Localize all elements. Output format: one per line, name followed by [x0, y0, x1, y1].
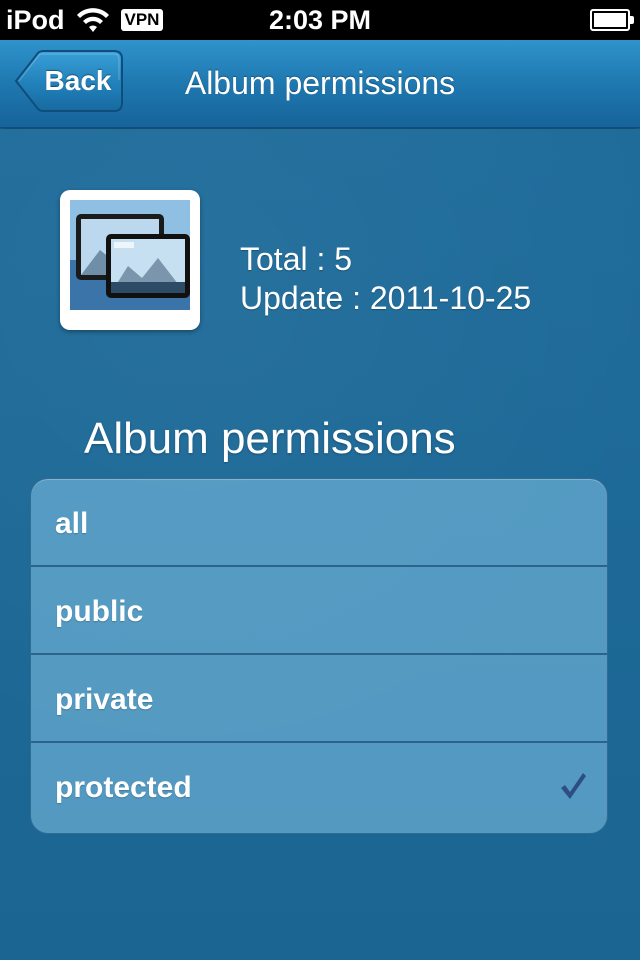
back-button-label: Back	[44, 65, 112, 96]
permission-option-protected[interactable]: protected	[31, 743, 607, 831]
album-update-date: Update : 2011-10-25	[240, 280, 532, 316]
permission-option-label: protected	[55, 771, 192, 804]
checkmark-icon	[561, 773, 586, 799]
status-bar: iPod VPN 2:03 PM	[0, 0, 640, 40]
navigation-bar: Back Album permissions	[0, 40, 640, 128]
album-thumbnail	[60, 190, 200, 330]
section-title: Album permissions	[84, 414, 456, 463]
permissions-list: all public private protected	[30, 478, 608, 834]
page-title: Album permissions	[184, 65, 456, 101]
status-time: 2:03 PM	[268, 5, 372, 35]
album-cover-image	[70, 200, 190, 310]
permission-option-label: all	[55, 507, 89, 540]
permission-option-private[interactable]: private	[31, 655, 607, 743]
permission-option-label: public	[55, 595, 144, 628]
back-button[interactable]: Back	[14, 50, 124, 112]
permission-option-all[interactable]: all	[31, 479, 607, 567]
battery-icon	[590, 9, 634, 31]
permission-option-label: private	[55, 683, 154, 716]
permission-option-public[interactable]: public	[31, 567, 607, 655]
album-total: Total : 5	[240, 241, 353, 277]
